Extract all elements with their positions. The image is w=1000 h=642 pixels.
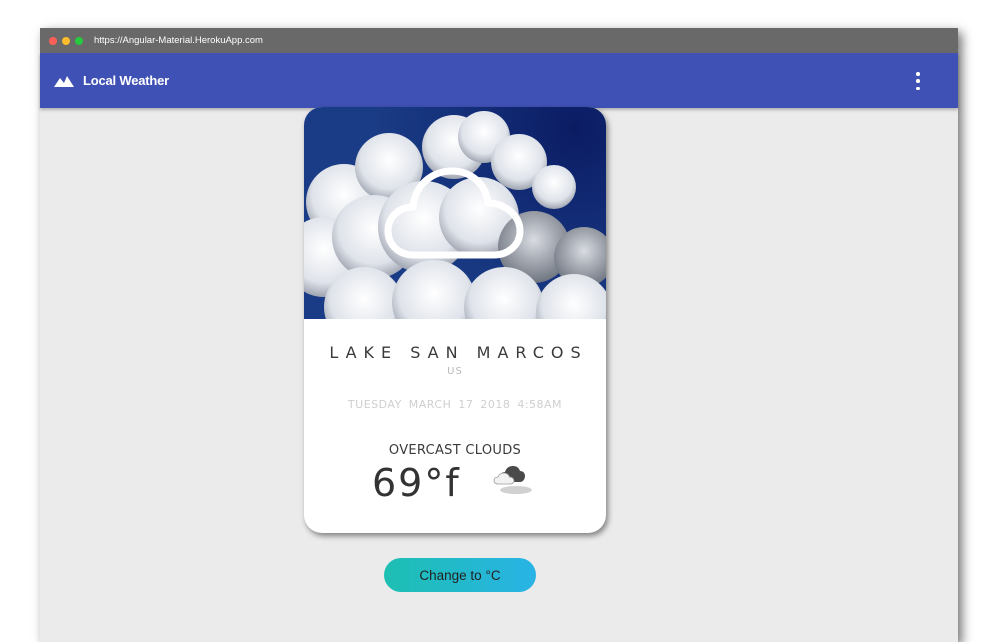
cloud-outline-icon [384, 167, 524, 259]
app-title: Local Weather [83, 73, 170, 88]
weather-condition: OVERCAST CLOUDS [388, 443, 522, 458]
temperature: 69°f [372, 461, 461, 505]
window-maximize-button[interactable] [75, 36, 83, 45]
address-bar-url[interactable]: https://Angular-Material.HerokuApp.com [94, 35, 263, 46]
more-vert-icon[interactable] [914, 72, 922, 90]
weather-card: LAKE SAN MARCOS US TUESDAY MARCH 17 2018… [304, 107, 606, 533]
change-unit-button[interactable]: Change to °C [384, 558, 536, 592]
date-time: TUESDAY MARCH 17 2018 4:58AM [347, 398, 563, 411]
mountains-icon [54, 75, 74, 87]
overcast-cloud-icon [493, 466, 532, 494]
window-close-button[interactable] [49, 36, 57, 45]
sky-photo [304, 107, 606, 319]
browser-titlebar: https://Angular-Material.HerokuApp.com [40, 28, 958, 53]
country-code: US [447, 366, 463, 377]
app-toolbar: Local Weather [40, 53, 958, 108]
city-name: LAKE SAN MARCOS [329, 343, 588, 362]
window-minimize-button[interactable] [62, 36, 70, 45]
